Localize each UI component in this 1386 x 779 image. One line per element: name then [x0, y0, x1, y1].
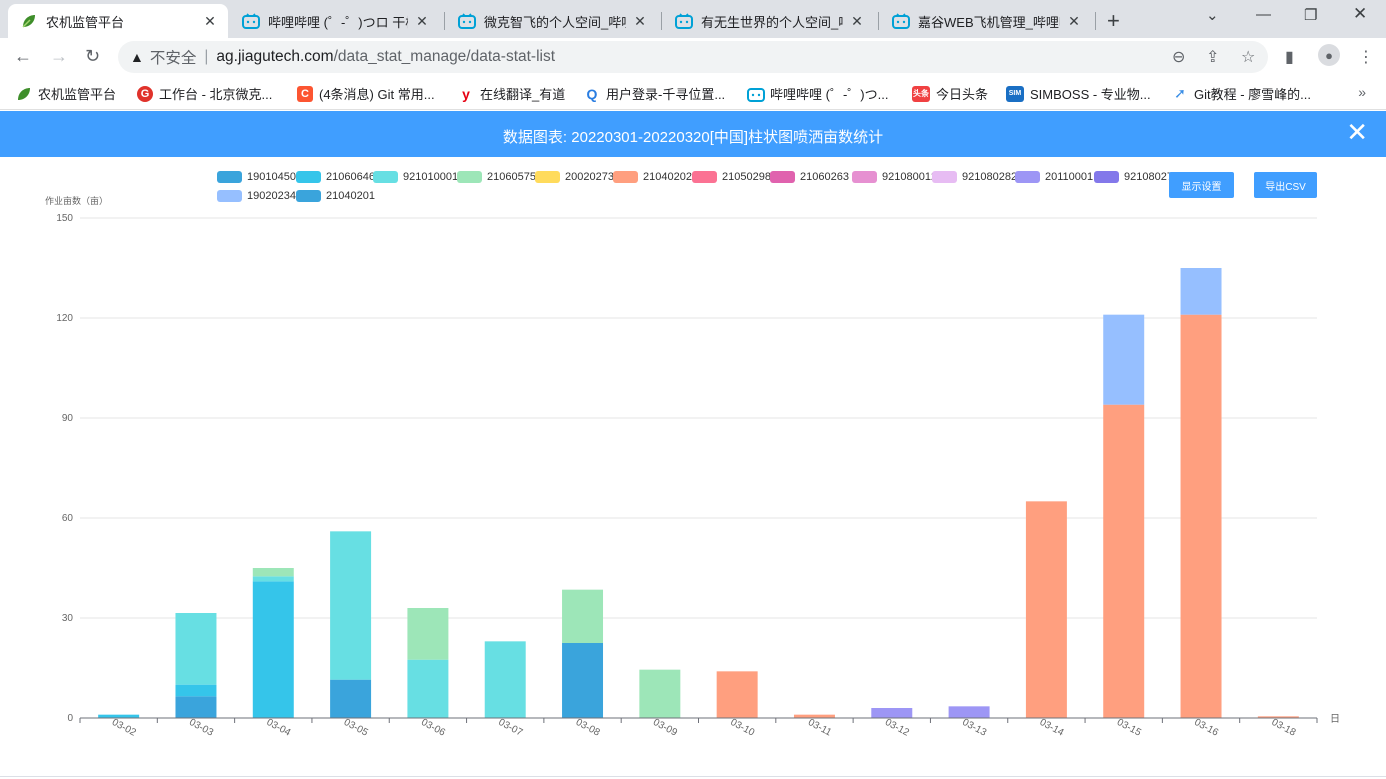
- x-tick-label: 03-09: [651, 717, 679, 739]
- bar-segment[interactable]: [562, 589, 604, 643]
- x-tick-label: 03-04: [265, 717, 293, 739]
- bar-segment[interactable]: [1025, 501, 1067, 718]
- x-tick-label: 03-11: [806, 717, 833, 739]
- bar-segment[interactable]: [175, 684, 217, 697]
- bar-segment[interactable]: [639, 669, 681, 718]
- bar-segment[interactable]: [407, 659, 449, 718]
- bar-segment[interactable]: [252, 576, 294, 582]
- x-tick-label: 03-08: [574, 717, 602, 739]
- bar-segment[interactable]: [252, 568, 294, 577]
- y-axis-label: 作业亩数（亩）: [45, 195, 108, 206]
- bar-segment[interactable]: [1180, 268, 1222, 315]
- bar-segment[interactable]: [1180, 314, 1222, 718]
- bar-segment[interactable]: [175, 696, 217, 718]
- bar-segment[interactable]: [175, 613, 217, 685]
- bar-segment[interactable]: [871, 708, 913, 718]
- x-tick-label: 03-02: [110, 717, 138, 739]
- y-tick-label: 120: [56, 313, 73, 324]
- x-tick-label: 03-13: [960, 717, 988, 739]
- x-tick-label: 03-18: [1270, 717, 1298, 739]
- x-tick-label: 03-05: [342, 717, 370, 739]
- x-tick-label: 03-14: [1038, 717, 1066, 739]
- y-tick-label: 0: [67, 713, 73, 724]
- bar-segment[interactable]: [948, 706, 990, 718]
- x-tick-label: 03-03: [187, 717, 215, 739]
- x-tick-label: 03-12: [883, 717, 911, 739]
- bar-segment[interactable]: [716, 671, 758, 718]
- y-tick-label: 90: [62, 413, 74, 424]
- bar-segment[interactable]: [330, 531, 372, 680]
- bar-segment[interactable]: [562, 643, 604, 718]
- bar-segment[interactable]: [252, 581, 294, 718]
- bar-segment[interactable]: [1103, 404, 1145, 718]
- x-tick-label: 03-06: [419, 717, 447, 739]
- x-tick-label: 03-10: [728, 717, 756, 739]
- y-tick-label: 150: [56, 213, 73, 224]
- y-tick-label: 30: [62, 613, 74, 624]
- bar-segment[interactable]: [1103, 314, 1145, 405]
- bar-segment[interactable]: [484, 641, 526, 718]
- x-tick-label: 03-07: [497, 717, 525, 739]
- y-tick-label: 60: [62, 513, 74, 524]
- x-tick-label: 03-15: [1115, 717, 1143, 739]
- x-tick-label: 03-16: [1192, 717, 1220, 739]
- stacked-bar-chart: 作业亩数（亩） 日 0 30 60 90 120 150 03-02 03-03 03-04 0…: [45, 195, 1340, 739]
- x-axis-label: 日: [1330, 714, 1340, 725]
- bar-segment[interactable]: [330, 679, 372, 718]
- bar-segment[interactable]: [407, 608, 449, 660]
